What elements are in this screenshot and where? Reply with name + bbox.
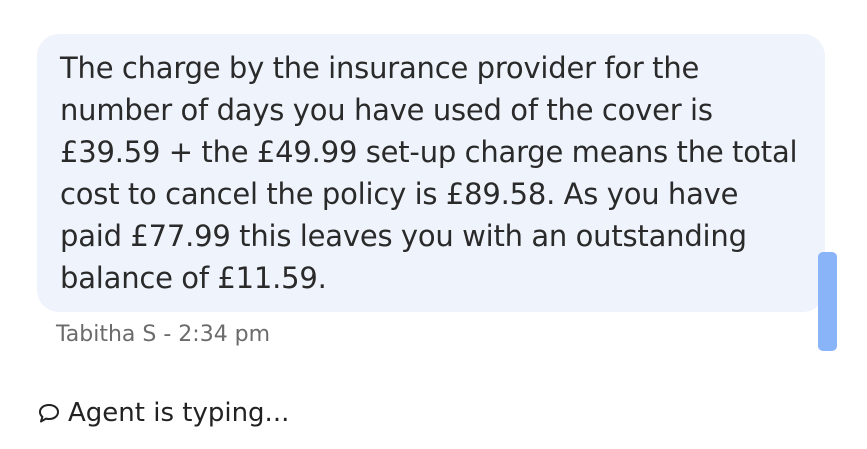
chat-bubble-icon [37,401,61,425]
message-text: The charge by the insurance provider for… [60,51,798,295]
message-bubble: The charge by the insurance provider for… [37,34,825,312]
message-meta: Tabitha S - 2:34 pm [56,322,271,347]
chat-pane: The charge by the insurance provider for… [0,0,867,449]
scrollbar-track[interactable] [815,0,845,449]
scrollbar-thumb[interactable] [818,252,837,351]
typing-indicator: Agent is typing... [37,398,289,428]
typing-text: Agent is typing... [68,398,290,428]
